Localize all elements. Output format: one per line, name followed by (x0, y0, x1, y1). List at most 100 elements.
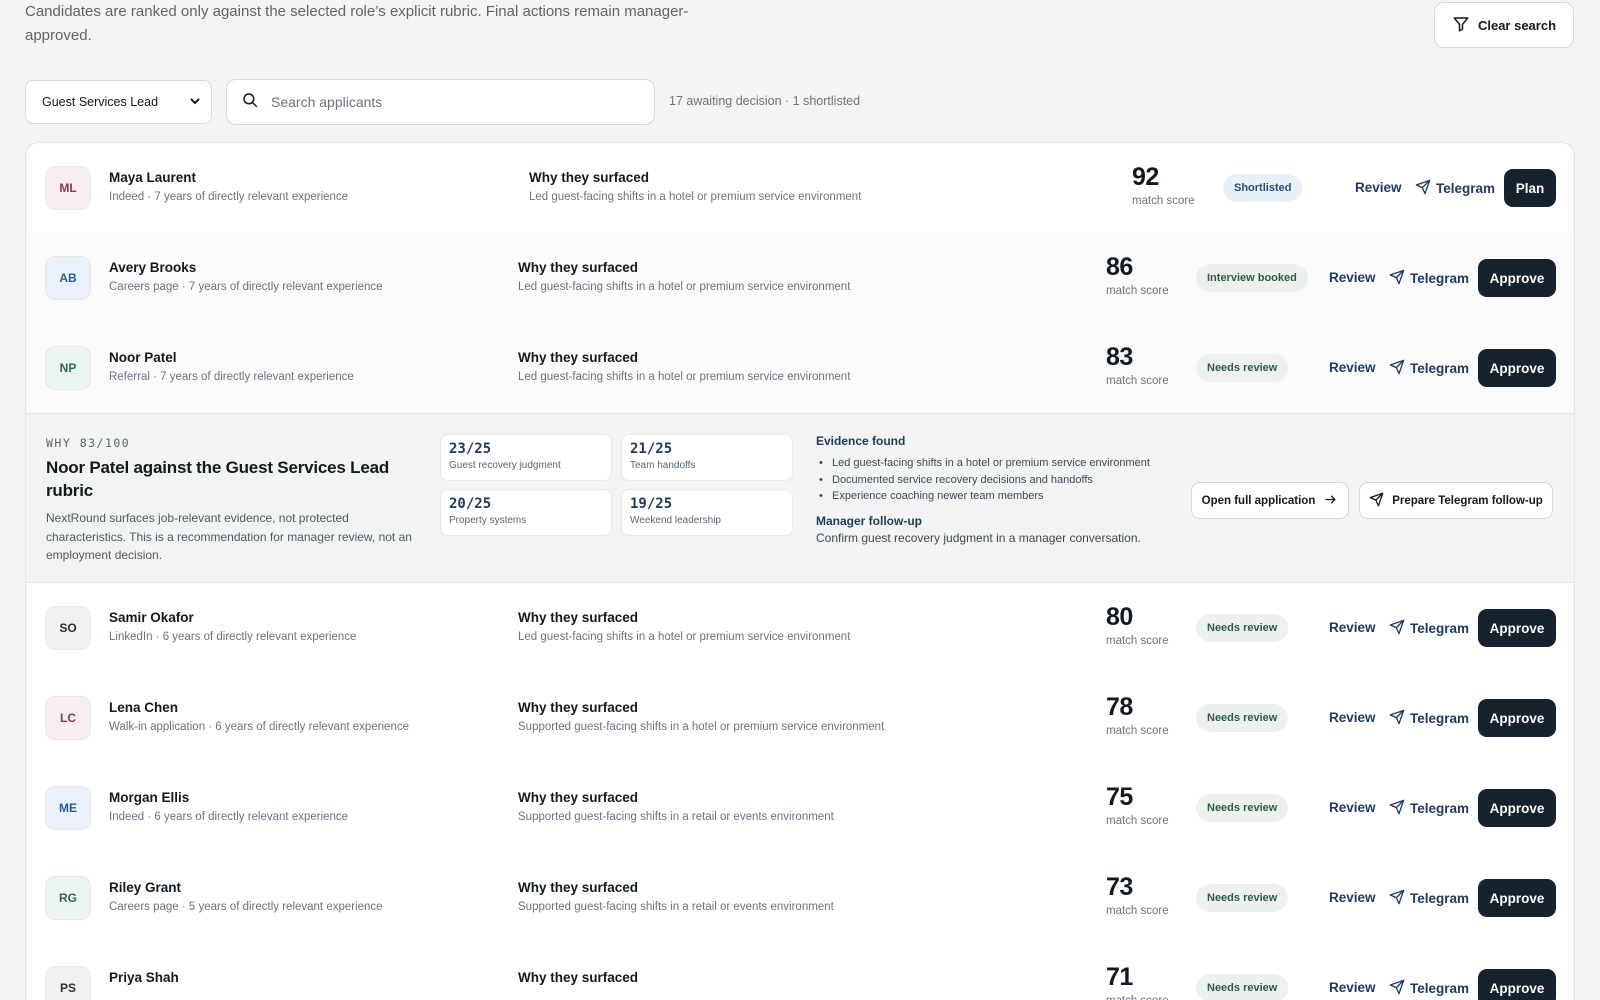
telegram-label: Telegram (1436, 181, 1496, 196)
queue-counts: 17 awaiting decision · 1 shortlisted (669, 94, 861, 108)
criterion-label: Team handoffs (630, 460, 696, 471)
match-score: 83 (1106, 343, 1133, 371)
match-score-label: match score (1106, 815, 1169, 827)
candidate-name[interactable]: Noor Patel (109, 350, 177, 365)
candidate-name[interactable]: Samir Okafor (109, 610, 194, 625)
telegram-label: Telegram (1410, 711, 1470, 726)
candidate-name[interactable]: Maya Laurent (109, 170, 196, 185)
match-score: 71 (1106, 963, 1133, 991)
why-surfaced-text: Led guest-facing shifts in a hotel or pr… (518, 281, 851, 293)
review-link[interactable]: Review (1355, 180, 1402, 195)
fairness-note: NextRound surfaces job-relevant evidence… (46, 511, 412, 562)
score-breakdown-title: Noor Patel against the Guest Services Le… (46, 458, 390, 500)
telegram-link[interactable]: Telegram (1389, 889, 1469, 908)
approve-button[interactable]: Approve (1478, 259, 1556, 297)
candidate-row[interactable]: AB Avery Brooks Careers page · 7 years of … (26, 233, 1574, 323)
open-full-application-label: Open full application (1201, 494, 1316, 507)
review-link[interactable]: Review (1329, 710, 1376, 725)
evidence-list: Led guest-facing shifts in a hotel or pr… (816, 455, 1150, 505)
open-full-application-button[interactable]: Open full application (1191, 482, 1349, 519)
score-breakdown-panel: WHY 83/100 Noor Patel against the Guest … (26, 413, 1574, 583)
why-surfaced-heading: Why they surfaced (518, 260, 639, 275)
plan-button[interactable]: Plan (1504, 169, 1556, 207)
match-score-label: match score (1106, 375, 1169, 387)
telegram-link[interactable]: Telegram (1389, 269, 1469, 288)
approve-button[interactable]: Approve (1478, 349, 1556, 387)
criterion-label: Guest recovery judgment (449, 460, 561, 471)
approve-button[interactable]: Approve (1478, 789, 1556, 827)
avatar: LC (45, 696, 91, 740)
send-icon (1389, 269, 1405, 288)
avatar: SO (45, 606, 91, 650)
avatar: PS (45, 966, 91, 1000)
candidate-row[interactable]: ML Maya Laurent Indeed · 7 years of direct… (26, 143, 1574, 233)
arrow-right-icon (1323, 492, 1338, 510)
match-score: 75 (1106, 783, 1133, 811)
candidate-meta: Indeed · 7 years of directly relevant ex… (109, 191, 349, 203)
send-icon (1389, 709, 1405, 728)
telegram-link[interactable]: Telegram (1389, 359, 1469, 378)
review-link[interactable]: Review (1329, 620, 1376, 635)
candidate-name[interactable]: Priya Shah (109, 970, 179, 985)
status-badge: Needs review (1196, 354, 1289, 382)
evidence-item: Led guest-facing shifts in a hotel or pr… (816, 455, 1150, 472)
candidate-row[interactable]: PS Priya Shah Why they surfaced 71 match sco… (26, 943, 1574, 1000)
send-icon (1369, 492, 1384, 510)
candidate-row[interactable]: SO Samir Okafor LinkedIn · 6 years of dire… (26, 583, 1574, 673)
status-badge: Needs review (1196, 974, 1289, 1000)
match-score-label: match score (1106, 725, 1169, 737)
candidate-row[interactable]: LC Lena Chen Walk-in application · 6 years… (26, 673, 1574, 763)
status-badge: Needs review (1196, 794, 1289, 822)
review-link[interactable]: Review (1329, 800, 1376, 815)
match-score: 78 (1106, 693, 1133, 721)
approve-button[interactable]: Approve (1478, 699, 1556, 737)
criterion-card: 19/25 Weekend leadership (621, 489, 793, 536)
criterion-score: 20/25 (449, 496, 492, 512)
why-surfaced-heading: Why they surfaced (518, 350, 639, 365)
review-link[interactable]: Review (1329, 360, 1376, 375)
criterion-card: 23/25 Guest recovery judgment (440, 434, 612, 481)
approve-button[interactable]: Approve (1478, 969, 1556, 1000)
telegram-link[interactable]: Telegram (1389, 619, 1469, 638)
why-surfaced-text: Supported guest-facing shifts in a hotel… (518, 721, 885, 733)
send-icon (1389, 799, 1405, 818)
candidate-row[interactable]: NP Noor Patel Referral · 7 years of direct… (26, 323, 1574, 413)
telegram-link[interactable]: Telegram (1389, 709, 1469, 728)
clear-search-button[interactable]: Clear search (1434, 2, 1574, 48)
candidate-meta: Indeed · 6 years of directly relevant ex… (109, 811, 349, 823)
evidence-item: Documented service recovery decisions an… (816, 472, 1150, 489)
role-select[interactable]: Guest Services Lead (25, 80, 212, 124)
why-surfaced-heading: Why they surfaced (518, 790, 639, 805)
candidate-list: WHY 83/100 Noor Patel against the Guest … (25, 142, 1575, 1000)
review-link[interactable]: Review (1329, 980, 1376, 995)
avatar: ME (45, 786, 91, 830)
role-select-value: Guest Services Lead (42, 95, 159, 109)
candidate-row[interactable]: RG Riley Grant Careers page · 5 years of d… (26, 853, 1574, 943)
why-surfaced-text: Led guest-facing shifts in a hotel or pr… (529, 191, 862, 203)
telegram-link[interactable]: Telegram (1389, 799, 1469, 818)
search-box[interactable] (226, 79, 655, 125)
telegram-link[interactable]: Telegram (1389, 979, 1469, 998)
prepare-telegram-followup-button[interactable]: Prepare Telegram follow-up (1359, 482, 1553, 519)
candidate-row[interactable]: ME Morgan Ellis Indeed · 6 years of direct… (26, 763, 1574, 853)
telegram-label: Telegram (1410, 891, 1470, 906)
approve-button[interactable]: Approve (1478, 879, 1556, 917)
search-input[interactable] (271, 94, 631, 110)
telegram-label: Telegram (1410, 621, 1470, 636)
telegram-label: Telegram (1410, 981, 1470, 996)
candidate-name[interactable]: Avery Brooks (109, 260, 196, 275)
match-score-label: match score (1106, 635, 1169, 647)
chevron-down-icon (189, 95, 201, 110)
candidate-name[interactable]: Riley Grant (109, 880, 181, 895)
candidate-name[interactable]: Morgan Ellis (109, 790, 189, 805)
telegram-link[interactable]: Telegram (1415, 179, 1495, 198)
match-score: 92 (1132, 163, 1159, 191)
search-icon (241, 91, 259, 114)
send-icon (1415, 179, 1431, 198)
candidate-name[interactable]: Lena Chen (109, 700, 178, 715)
review-link[interactable]: Review (1329, 890, 1376, 905)
criterion-card: 20/25 Property systems (440, 489, 612, 536)
approve-button[interactable]: Approve (1478, 609, 1556, 647)
match-score: 86 (1106, 253, 1133, 281)
review-link[interactable]: Review (1329, 270, 1376, 285)
